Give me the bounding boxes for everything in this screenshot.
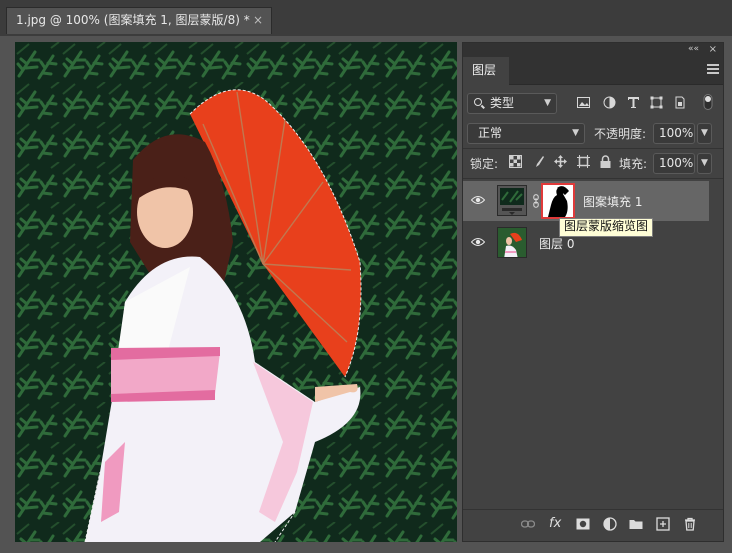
- panel-title-bar: «« ×: [463, 43, 723, 57]
- divider: [463, 509, 723, 510]
- divider: [463, 148, 723, 149]
- layer-0-thumbnail[interactable]: [497, 227, 527, 258]
- mask-thumbnail-tooltip: 图层蒙版缩览图: [559, 218, 654, 237]
- image-canvas[interactable]: [15, 42, 457, 542]
- opacity-label: 不透明度:: [594, 127, 647, 141]
- filter-type-value: 类型: [490, 96, 515, 110]
- lock-artboard-icon[interactable]: [577, 155, 590, 168]
- type-filter-icon[interactable]: [627, 96, 640, 109]
- opacity-input[interactable]: 100%: [653, 123, 695, 144]
- photo: [15, 42, 457, 542]
- document-tab-title: 1.jpg @ 100% (图案填充 1, 图层蒙版/8) *: [16, 13, 250, 27]
- close-panel-icon[interactable]: ×: [709, 43, 717, 56]
- lock-image-icon[interactable]: [532, 155, 545, 168]
- layer-name[interactable]: 图层 0: [539, 235, 574, 252]
- filter-type-dropdown[interactable]: 类型 ▼: [467, 93, 557, 114]
- layers-panel: «« × 图层 类型 ▼ 正常 ▼ 不透明度: 100% ▼ 锁定: 填充: 1…: [462, 42, 724, 542]
- fill-label: 填充:: [619, 157, 648, 171]
- blend-mode-value: 正常: [478, 126, 503, 140]
- layer-name[interactable]: 图案填充 1: [583, 193, 642, 210]
- lock-position-icon[interactable]: [554, 155, 567, 168]
- link-icon[interactable]: [533, 194, 539, 208]
- filter-toggle-icon[interactable]: [703, 94, 713, 110]
- pattern-fill-thumbnail[interactable]: [497, 185, 527, 216]
- new-group-icon[interactable]: [629, 517, 643, 531]
- panel-menu-icon[interactable]: [707, 64, 719, 74]
- document-tab[interactable]: 1.jpg @ 100% (图案填充 1, 图层蒙版/8) * ×: [6, 7, 272, 34]
- lock-label: 锁定:: [470, 157, 499, 171]
- link-layers-icon[interactable]: [521, 517, 535, 531]
- lock-transparent-icon[interactable]: [509, 155, 522, 168]
- fill-dropdown-icon[interactable]: ▼: [697, 153, 712, 174]
- adjustment-filter-icon[interactable]: [603, 96, 616, 109]
- lock-all-icon[interactable]: [599, 155, 612, 168]
- divider: [463, 178, 723, 179]
- layer-row-pattern-fill[interactable]: 图案填充 1: [463, 181, 709, 221]
- chevron-down-icon: ▼: [544, 98, 551, 108]
- delete-layer-icon[interactable]: [683, 517, 697, 531]
- collapse-panel-icon[interactable]: ««: [688, 43, 699, 56]
- eye-icon[interactable]: [471, 195, 485, 205]
- adjustment-layer-icon[interactable]: [603, 517, 617, 531]
- opacity-dropdown-icon[interactable]: ▼: [697, 123, 712, 144]
- shape-filter-icon[interactable]: [650, 96, 663, 109]
- image-filter-icon[interactable]: [577, 96, 590, 109]
- fx-icon[interactable]: fx: [549, 516, 561, 531]
- eye-icon[interactable]: [471, 237, 485, 247]
- panel-tab-row: 图层: [463, 57, 723, 85]
- tab-layers[interactable]: 图层: [463, 57, 509, 85]
- document-tab-bar: 1.jpg @ 100% (图案填充 1, 图层蒙版/8) * ×: [0, 0, 732, 36]
- add-mask-icon[interactable]: [576, 517, 590, 531]
- search-icon: [474, 98, 482, 106]
- new-layer-icon[interactable]: [656, 517, 670, 531]
- blend-mode-dropdown[interactable]: 正常 ▼: [467, 123, 585, 144]
- chevron-down-icon: ▼: [572, 128, 579, 138]
- fill-input[interactable]: 100%: [653, 153, 695, 174]
- layer-mask-thumbnail[interactable]: [541, 183, 575, 219]
- close-document-icon[interactable]: ×: [253, 8, 263, 33]
- smart-object-filter-icon[interactable]: [673, 96, 686, 109]
